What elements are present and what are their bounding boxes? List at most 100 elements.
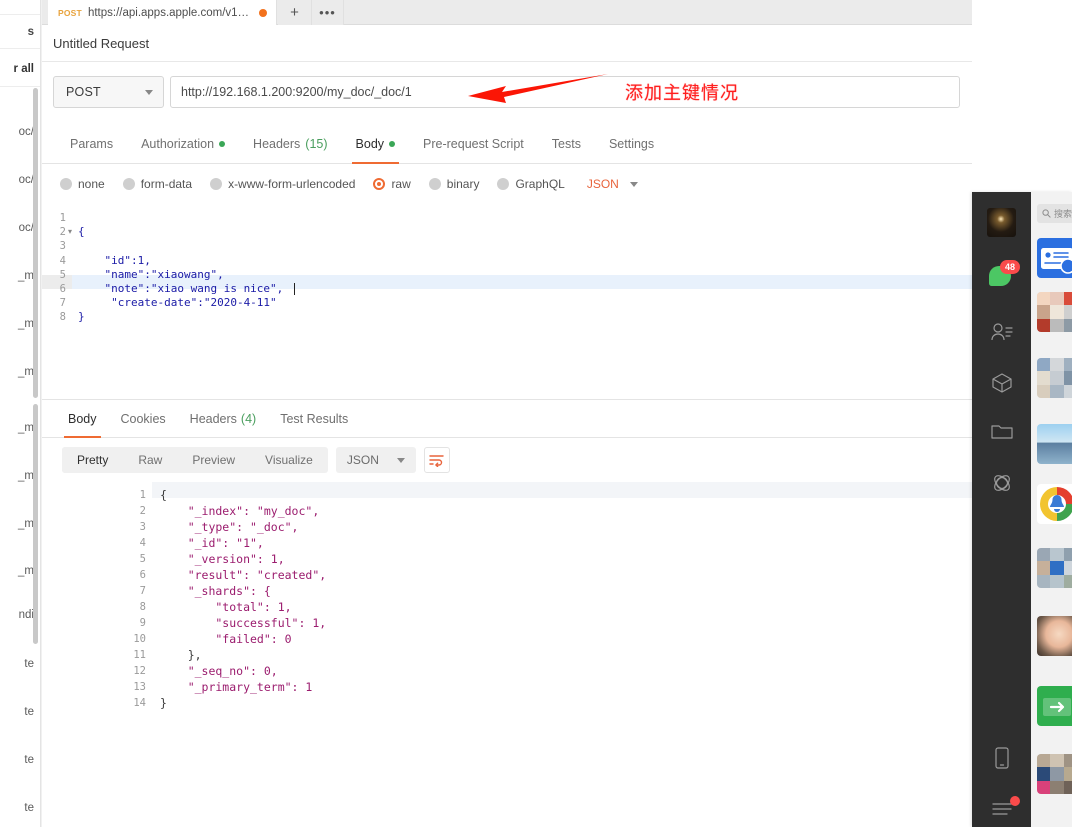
- request-body-editor[interactable]: 1 2 ▾ 3 4 5 6 7 8 { "id":1, "name":"xiao…: [42, 204, 972, 400]
- body-type-options: none form-data x-www-form-urlencoded raw…: [42, 164, 972, 204]
- response-tab-body[interactable]: Body: [56, 400, 109, 438]
- list-item[interactable]: [1037, 238, 1072, 278]
- tab-body[interactable]: Body: [342, 124, 410, 164]
- response-body-viewer[interactable]: 1 2 3 4 5 6 7 8 9 10 11 12 13 14 { "_ind…: [42, 482, 972, 827]
- code-line: }: [78, 310, 85, 323]
- phone-device-icon[interactable]: [972, 747, 1031, 774]
- response-format-select[interactable]: JSON: [335, 447, 416, 473]
- tab-params[interactable]: Params: [56, 124, 127, 164]
- plus-icon[interactable]: +: [278, 0, 312, 25]
- body-type-form-data[interactable]: form-data: [122, 177, 192, 191]
- body-type-binary[interactable]: binary: [428, 177, 479, 191]
- view-raw[interactable]: Raw: [123, 447, 177, 473]
- body-type-raw[interactable]: raw: [373, 177, 411, 191]
- tab-label: Body: [355, 136, 385, 151]
- code-line: "total": 1,: [160, 600, 292, 614]
- word-wrap-icon[interactable]: [423, 447, 450, 473]
- code-line: "_type": "_doc",: [160, 520, 299, 534]
- list-item[interactable]: [1037, 616, 1072, 656]
- code-line: {: [160, 488, 167, 502]
- left-scrollbar-thumb[interactable]: [33, 88, 38, 398]
- response-tab-test-results[interactable]: Test Results: [268, 400, 360, 438]
- left-fragment: _m: [18, 366, 34, 378]
- list-item[interactable]: [1037, 358, 1072, 398]
- line-number: 11: [133, 649, 146, 661]
- tab-count: (15): [305, 136, 328, 151]
- wechat-window: 48 搜索: [972, 192, 1072, 827]
- line-number: 7: [139, 585, 146, 597]
- line-number: 13: [133, 681, 146, 693]
- tab-label: Headers: [189, 411, 237, 426]
- code-line: "_id": "1",: [160, 536, 264, 550]
- body-type-label: raw: [391, 177, 411, 191]
- line-number: 7: [59, 297, 66, 309]
- left-arrow-annotation-icon: [468, 74, 608, 103]
- files-folder-icon[interactable]: [972, 422, 1031, 445]
- request-tab-active[interactable]: POST https://api.apps.apple.com/v1…: [48, 0, 278, 25]
- response-section-tabs: Body Cookies Headers (4) Test Results: [42, 400, 972, 438]
- list-item[interactable]: [1037, 548, 1072, 588]
- left-scrollbar-thumb-lower[interactable]: [33, 404, 38, 644]
- code-line: "successful": 1,: [160, 616, 327, 630]
- avatar[interactable]: [987, 208, 1016, 237]
- list-item[interactable]: [1037, 424, 1072, 464]
- tab-label: Body: [68, 411, 97, 426]
- code-line: "name":"xiaowang",: [78, 268, 224, 281]
- tab-label: Headers: [253, 136, 301, 151]
- radio-icon-selected: [373, 178, 386, 190]
- left-fragment: _m: [18, 318, 34, 330]
- chevron-down-icon: [629, 181, 638, 187]
- tab-count: (4): [240, 411, 257, 426]
- response-tab-headers[interactable]: Headers (4): [178, 400, 269, 438]
- body-type-label: none: [78, 177, 105, 191]
- request-tab-bar: POST https://api.apps.apple.com/v1… + ••…: [42, 0, 972, 25]
- tab-pre-request-script[interactable]: Pre-request Script: [409, 124, 538, 164]
- view-pretty[interactable]: Pretty: [62, 447, 124, 473]
- list-item[interactable]: [1037, 686, 1072, 726]
- search-icon: [1042, 209, 1051, 218]
- line-number: 2: [59, 226, 66, 238]
- body-format-select[interactable]: JSON: [587, 177, 638, 191]
- settings-menu-icon[interactable]: [972, 800, 1031, 821]
- code-line: "note":"xiao wang is nice",: [78, 282, 284, 295]
- tab-authorization[interactable]: Authorization: [127, 124, 239, 164]
- code-line: "_primary_term": 1: [160, 680, 313, 694]
- tab-label: Tests: [551, 136, 581, 151]
- code-line: "failed": 0: [160, 632, 292, 646]
- radio-icon: [210, 178, 223, 190]
- fold-toggle-icon[interactable]: ▾: [68, 225, 76, 239]
- code-line: "result": "created",: [160, 568, 327, 582]
- tab-headers[interactable]: Headers (15): [239, 124, 341, 164]
- mini-programs-icon[interactable]: [972, 472, 1031, 499]
- body-type-none[interactable]: none: [60, 177, 105, 191]
- tab-url-label: https://api.apps.apple.com/v1…: [87, 6, 250, 19]
- tab-settings[interactable]: Settings: [595, 124, 668, 164]
- tab-method-badge: POST: [58, 7, 82, 18]
- http-method-value: POST: [66, 85, 101, 99]
- body-type-graphql[interactable]: GraphQL: [497, 177, 565, 191]
- list-item[interactable]: [1037, 754, 1072, 794]
- response-tab-cookies[interactable]: Cookies: [109, 400, 178, 438]
- view-preview[interactable]: Preview: [177, 447, 250, 473]
- request-title-bar: Untitled Request: [42, 25, 972, 62]
- chevron-down-icon: [396, 457, 405, 463]
- favorites-box-icon[interactable]: [972, 372, 1031, 399]
- left-fragment: oc/: [18, 174, 34, 186]
- list-item[interactable]: [1037, 292, 1072, 332]
- search-input[interactable]: 搜索: [1037, 204, 1072, 223]
- tab-tests[interactable]: Tests: [538, 124, 595, 164]
- body-type-label: GraphQL: [515, 177, 565, 191]
- code-line: "id":1,: [78, 254, 151, 267]
- contacts-icon[interactable]: [972, 322, 1031, 347]
- radio-icon: [497, 178, 510, 190]
- wechat-nav-rail: 48: [972, 192, 1031, 827]
- line-number: 4: [139, 537, 146, 549]
- left-fragment: r all: [13, 63, 34, 75]
- line-number: 4: [59, 255, 66, 267]
- ellipsis-icon[interactable]: •••: [312, 0, 344, 25]
- view-visualize[interactable]: Visualize: [250, 447, 328, 473]
- body-type-urlencoded[interactable]: x-www-form-urlencoded: [210, 177, 355, 191]
- tab-label: Authorization: [141, 136, 215, 151]
- list-item[interactable]: [1037, 484, 1072, 524]
- http-method-select[interactable]: POST: [53, 76, 164, 108]
